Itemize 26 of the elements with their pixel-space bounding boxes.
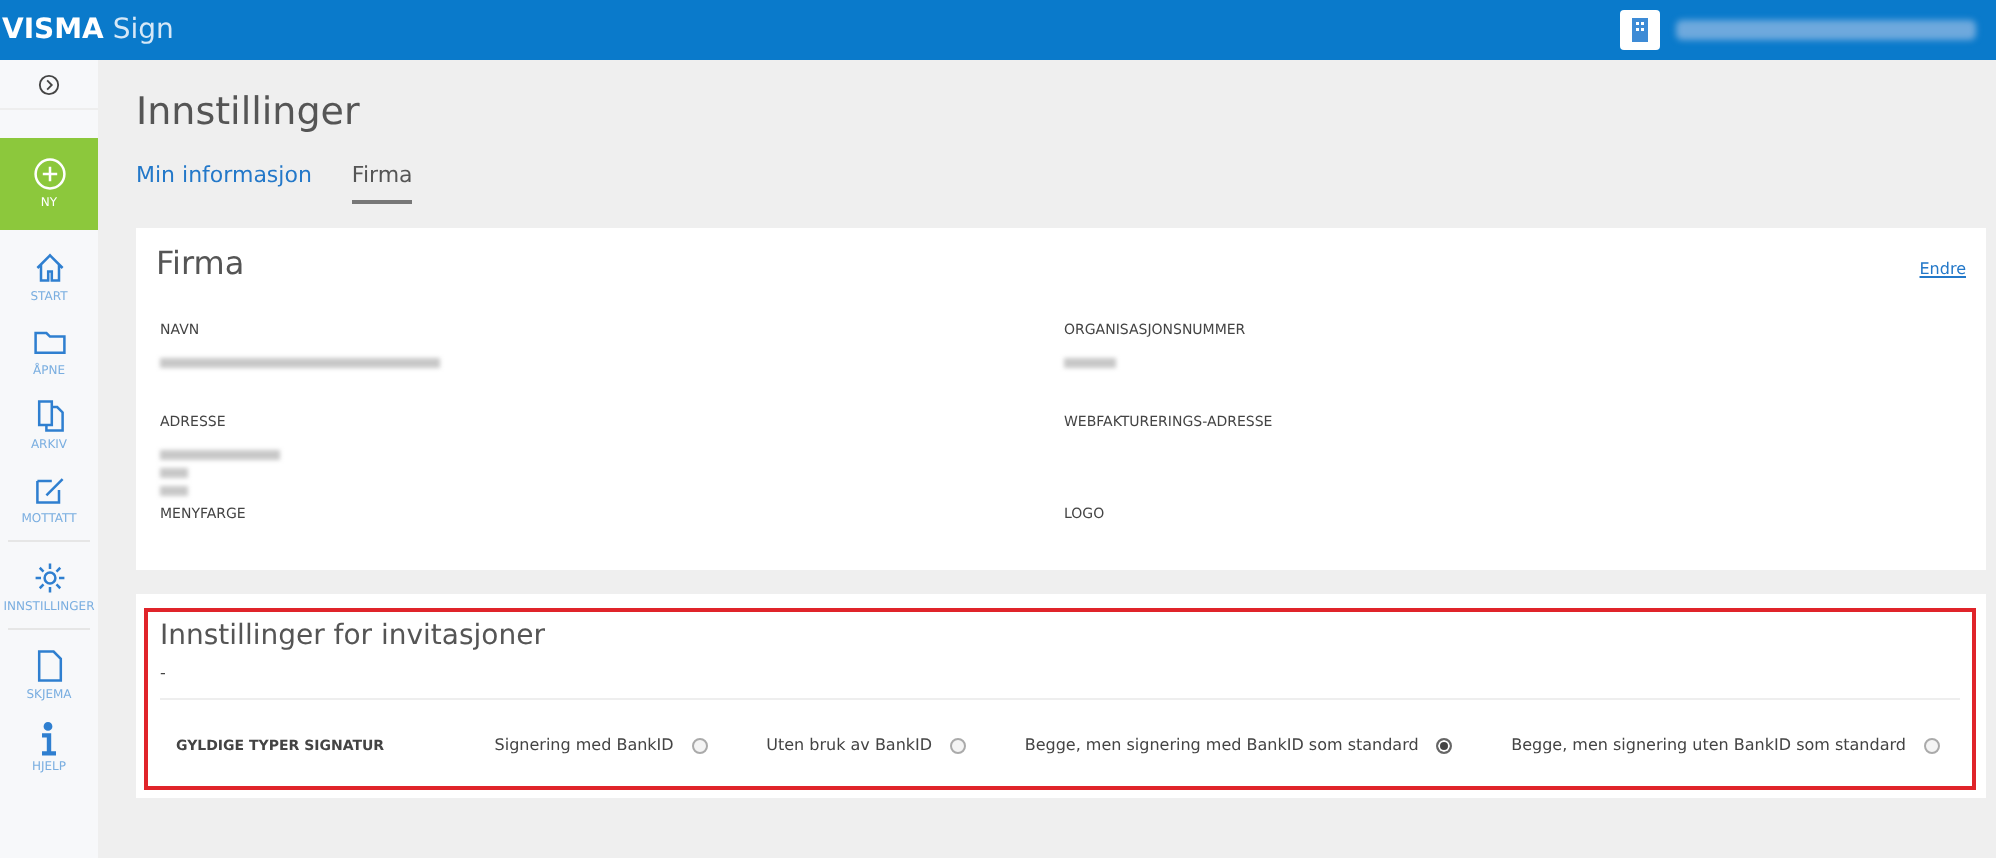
radio-button[interactable]	[691, 737, 708, 753]
radio-option[interactable]: Begge, men signering uten BankID som standard	[1511, 736, 1940, 754]
redacted-value	[160, 468, 188, 478]
radio-option[interactable]: Begge, men signering med BankID som standard	[1024, 736, 1453, 754]
radio-button[interactable]	[1436, 737, 1453, 753]
card-title: Innstillinger for invitasjoner	[160, 620, 547, 652]
home-icon	[31, 250, 67, 286]
plus-circle-icon	[31, 156, 67, 192]
edit-link[interactable]: Endre	[1919, 260, 1966, 278]
radio-button[interactable]	[950, 737, 967, 753]
settings-icon	[31, 560, 67, 596]
app-logo[interactable]: VISMA Sign	[2, 14, 174, 46]
page-title: Innstillinger	[136, 90, 362, 134]
note-text: -	[160, 664, 1960, 700]
radio-button[interactable]	[1923, 737, 1940, 753]
redacted-value	[1064, 358, 1116, 368]
tab[interactable]: Min informasjon	[136, 162, 312, 204]
redacted-value	[160, 450, 280, 460]
redacted-value	[160, 486, 188, 496]
radio-option[interactable]: Signering med BankID	[494, 736, 708, 754]
info-icon	[40, 722, 58, 756]
radio-option[interactable]: Uten bruk av BankID	[766, 736, 967, 754]
card-title: Firma	[156, 244, 245, 282]
expand-icon[interactable]	[38, 73, 60, 95]
building-icon[interactable]	[1620, 10, 1660, 50]
tab[interactable]: Firma	[351, 162, 413, 204]
